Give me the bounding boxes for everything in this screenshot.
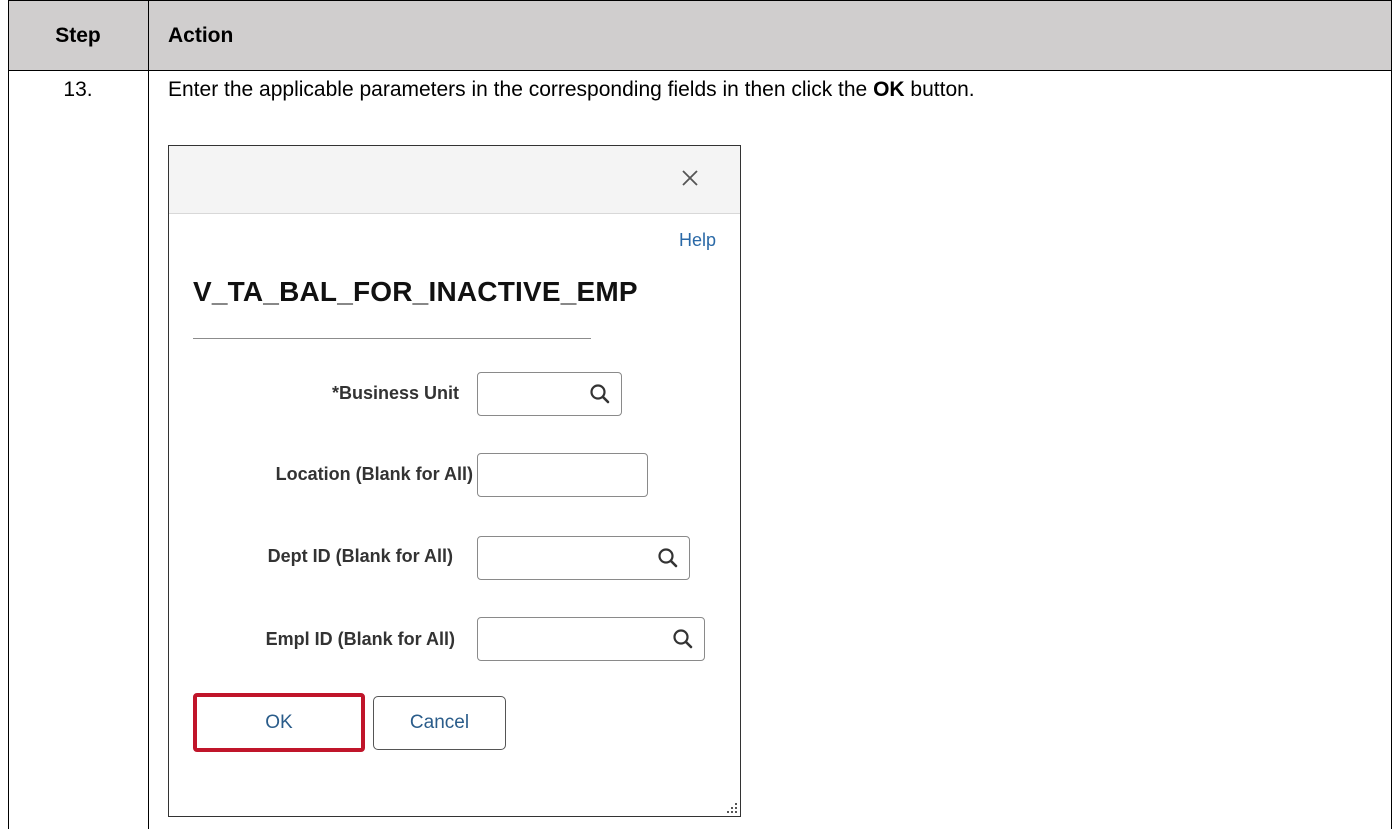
cancel-button[interactable]: Cancel: [373, 696, 506, 750]
dept-id-input[interactable]: [477, 536, 690, 580]
search-icon[interactable]: [657, 547, 679, 569]
search-icon[interactable]: [589, 383, 611, 405]
title-divider: [193, 338, 591, 339]
instruction-text: Enter the applicable parameters in the c…: [168, 78, 975, 102]
location-input[interactable]: [477, 453, 648, 497]
instruction-prefix: Enter the applicable parameters in the c…: [168, 78, 874, 101]
instruction-bold: OK: [873, 78, 905, 101]
location-label: Location (Blank for All): [275, 464, 473, 484]
business-unit-input[interactable]: [477, 372, 622, 416]
step-number: 13.: [63, 78, 93, 101]
prompt-dialog: Help V_TA_BAL_FOR_INACTIVE_EMP *Business…: [168, 145, 741, 817]
help-link[interactable]: Help: [679, 230, 716, 251]
header-action: Action: [168, 23, 234, 47]
dialog-titlebar: [169, 146, 740, 214]
resize-grip-icon[interactable]: [726, 802, 738, 814]
search-icon[interactable]: [672, 628, 694, 650]
ok-button[interactable]: OK: [193, 693, 365, 752]
close-icon[interactable]: [676, 164, 704, 192]
empl-id-input[interactable]: [477, 617, 705, 661]
table-left-border: [8, 70, 9, 829]
empl-id-label: Empl ID (Blank for All): [265, 629, 455, 649]
column-divider: [148, 0, 149, 829]
business-unit-label: *Business Unit: [331, 383, 459, 403]
dept-id-label: Dept ID (Blank for All): [267, 546, 453, 566]
dialog-title: V_TA_BAL_FOR_INACTIVE_EMP: [193, 276, 638, 307]
table-right-border: [1391, 70, 1392, 829]
header-step: Step: [55, 23, 101, 47]
instruction-suffix: button.: [904, 78, 975, 101]
